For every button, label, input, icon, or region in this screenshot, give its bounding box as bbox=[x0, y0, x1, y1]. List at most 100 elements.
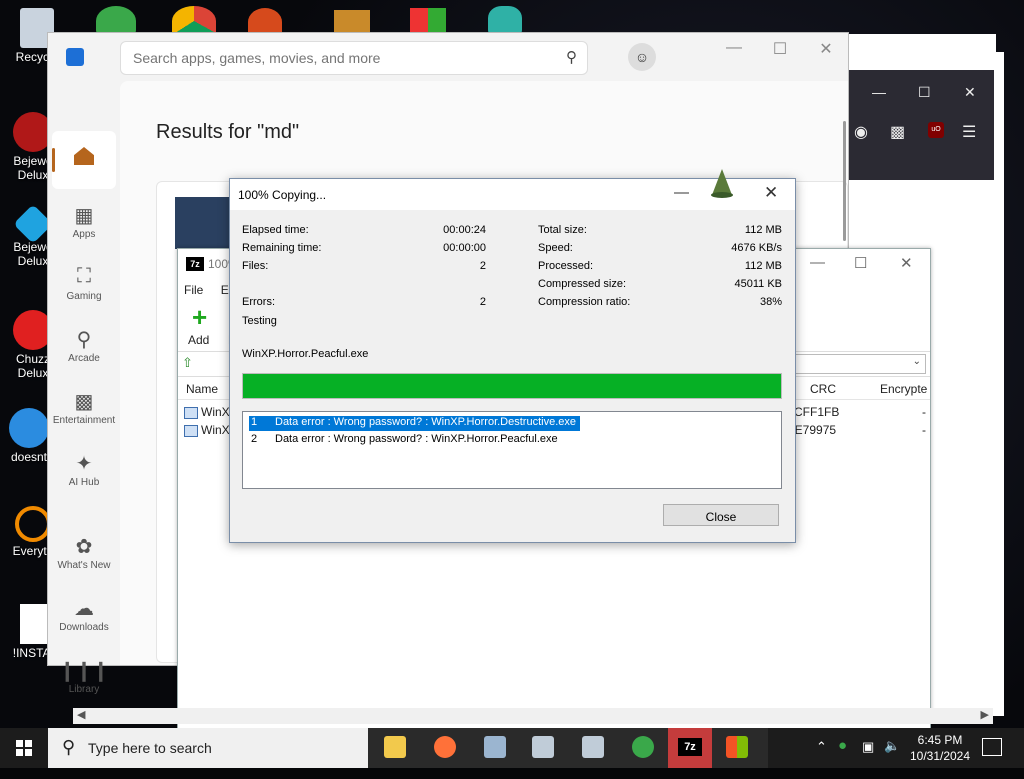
speed-value: 4676 KB/s bbox=[731, 242, 782, 254]
column-name[interactable]: Name bbox=[186, 382, 218, 396]
errors-label: Errors: bbox=[242, 296, 275, 308]
sidebar-item-arcade[interactable]: ⚲ Arcade bbox=[48, 327, 120, 364]
tray-chevron-icon[interactable]: ⌃ bbox=[816, 739, 827, 779]
sidebar-item-library[interactable]: ❙❙❙ Library bbox=[48, 658, 120, 695]
sidebar-item-label: Downloads bbox=[59, 622, 109, 633]
error-list[interactable]: 1 Data error : Wrong password? : WinXP.Ho… bbox=[242, 411, 782, 489]
errors-value: 2 bbox=[479, 296, 486, 308]
sidebar-item-home[interactable] bbox=[52, 131, 116, 189]
speed-label: Speed: bbox=[538, 242, 573, 254]
close-icon[interactable]: ✕ bbox=[764, 183, 778, 203]
dialog-title: 100% Copying... bbox=[238, 188, 327, 202]
desktop-icon-top-3[interactable] bbox=[248, 8, 282, 36]
desktop-icon-top-5[interactable] bbox=[410, 8, 446, 36]
taskbar-app-3[interactable] bbox=[474, 732, 514, 764]
sidebar-item-apps[interactable]: ▦ Apps bbox=[48, 203, 120, 240]
taskbar-app-4[interactable] bbox=[522, 732, 562, 764]
files-label: Files: bbox=[242, 260, 269, 272]
page-title: Results for "md" bbox=[156, 121, 300, 143]
scroll-left-icon[interactable]: ◀ bbox=[77, 708, 85, 721]
sidebar-item-ai-hub[interactable]: ✦ AI Hub bbox=[48, 451, 120, 488]
menu-icon[interactable]: ☰ bbox=[962, 122, 976, 142]
address-dropdown[interactable]: ⌄ bbox=[794, 354, 926, 374]
sidebar-item-label: Arcade bbox=[68, 353, 100, 364]
ublock-icon[interactable]: uO bbox=[928, 122, 944, 138]
close-icon[interactable]: ✕ bbox=[806, 39, 846, 59]
taskbar-store[interactable] bbox=[716, 732, 756, 764]
list-item[interactable]: 2 Data error : Wrong password? : WinXP.Ho… bbox=[249, 433, 562, 448]
taskbar-7zip[interactable]: 7z bbox=[668, 728, 712, 768]
maximize-icon[interactable]: ☐ bbox=[760, 39, 800, 59]
sidebar-item-label: Apps bbox=[72, 229, 96, 240]
scrollbar[interactable] bbox=[843, 121, 846, 241]
sidebar-item-label: Gaming bbox=[66, 291, 102, 302]
remaining-time-label: Remaining time: bbox=[242, 242, 322, 254]
processed-value: 112 MB bbox=[744, 260, 782, 272]
tray-people-icon[interactable]: ● bbox=[838, 737, 847, 777]
maximize-icon[interactable]: ☐ bbox=[854, 254, 867, 272]
store-logo-icon bbox=[66, 48, 84, 66]
desktop-icon-top-1[interactable] bbox=[96, 6, 136, 36]
add-icon[interactable]: + bbox=[192, 304, 207, 330]
minimize-icon[interactable]: — bbox=[674, 184, 689, 201]
column-encrypted[interactable]: Encrypte bbox=[880, 382, 927, 396]
taskbar-search-placeholder: Type here to search bbox=[88, 740, 212, 756]
sidebar-item-downloads[interactable]: ☁ Downloads bbox=[48, 596, 120, 633]
scroll-right-icon[interactable]: ▶ bbox=[981, 708, 989, 721]
avatar[interactable]: ☺ bbox=[628, 43, 656, 71]
taskbar-search[interactable]: ⚲ Type here to search bbox=[48, 728, 368, 768]
store-search-input[interactable] bbox=[131, 49, 555, 67]
ie-icon bbox=[9, 408, 49, 448]
search-icon[interactable]: ⚲ bbox=[566, 48, 577, 66]
maximize-icon[interactable]: ☐ bbox=[918, 84, 931, 101]
volume-icon[interactable]: 🔈 bbox=[884, 738, 900, 778]
extensions-icon[interactable]: ▩ bbox=[890, 122, 905, 142]
column-crc[interactable]: CRC bbox=[810, 382, 836, 396]
chevron-down-icon: ⌄ bbox=[912, 356, 921, 367]
wallpaper-text bbox=[846, 34, 996, 52]
store-search-box[interactable]: ⚲ bbox=[120, 41, 588, 75]
elapsed-time-label: Elapsed time: bbox=[242, 224, 309, 236]
menu-file[interactable]: File bbox=[184, 283, 203, 297]
selection-indicator bbox=[52, 148, 55, 172]
close-icon[interactable]: ✕ bbox=[900, 254, 913, 272]
close-icon[interactable]: ✕ bbox=[964, 84, 976, 101]
file-encrypted: - bbox=[922, 405, 926, 419]
sidebar-item-entertainment[interactable]: ▩ Entertainment bbox=[48, 389, 120, 426]
sidebar-item-label: Entertainment bbox=[52, 415, 116, 426]
taskbar-app-6[interactable] bbox=[622, 732, 662, 764]
horizontal-scrollbar[interactable]: ◀ ▶ bbox=[73, 708, 993, 724]
sidebar-item-whats-new[interactable]: ✿ What's New bbox=[48, 534, 120, 571]
start-button[interactable] bbox=[0, 728, 48, 768]
elapsed-time-value: 00:00:24 bbox=[443, 224, 486, 236]
joystick-icon: ⚲ bbox=[76, 329, 92, 351]
close-button[interactable]: Close bbox=[663, 504, 779, 526]
diamond-icon bbox=[13, 204, 53, 244]
up-folder-icon[interactable]: ⇧ bbox=[182, 355, 193, 371]
list-item[interactable]: 1 Data error : Wrong password? : WinXP.Ho… bbox=[249, 416, 580, 431]
chrome-icon[interactable] bbox=[172, 6, 216, 36]
notification-icon[interactable] bbox=[982, 738, 1002, 756]
minimize-icon[interactable]: — bbox=[810, 254, 825, 271]
total-size-label: Total size: bbox=[538, 224, 587, 236]
account-icon[interactable]: ◉ bbox=[854, 122, 868, 142]
file-name-text: WinX bbox=[201, 423, 230, 437]
minimize-icon[interactable]: — bbox=[872, 84, 886, 100]
clapper-icon: ▩ bbox=[74, 391, 94, 413]
taskbar-clock[interactable]: 6:45 PM 10/31/2024 bbox=[900, 732, 980, 764]
store-sidebar: ▦ Apps ⛶ Gaming ⚲ Arcade ▩ Entertainment… bbox=[48, 81, 120, 695]
network-icon[interactable]: ▣ bbox=[862, 739, 874, 779]
everything-search-icon bbox=[15, 506, 51, 542]
windows-logo-icon bbox=[16, 740, 32, 756]
taskbar-file-explorer[interactable] bbox=[374, 732, 414, 764]
sidebar-item-gaming[interactable]: ⛶ Gaming bbox=[48, 265, 120, 302]
error-text: Data error : Wrong password? : WinXP.Hor… bbox=[275, 433, 558, 445]
taskbar-app-5[interactable] bbox=[572, 732, 612, 764]
taskbar-firefox[interactable] bbox=[424, 732, 464, 764]
minimize-icon[interactable]: — bbox=[714, 39, 754, 57]
apps-icon: ▦ bbox=[74, 205, 94, 227]
add-button[interactable]: Add bbox=[188, 333, 209, 347]
app-thumbnail[interactable] bbox=[175, 197, 231, 249]
desktop-icon-top-6[interactable] bbox=[488, 6, 522, 36]
sparkle-icon: ✦ bbox=[75, 453, 93, 475]
